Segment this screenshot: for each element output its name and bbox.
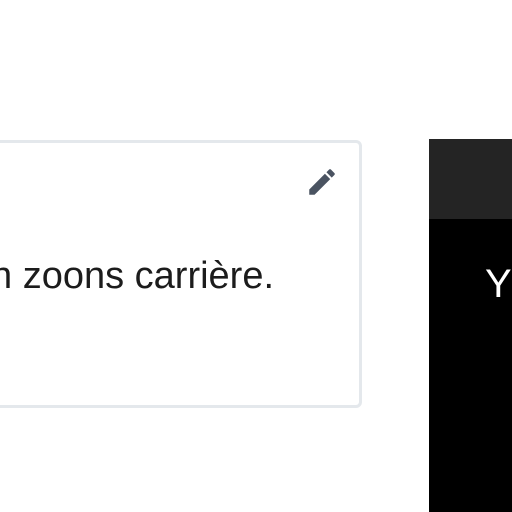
media-panel[interactable]: Yɔ [429,139,512,512]
text-card: n zoons carrière. [0,140,362,408]
pencil-icon [309,169,335,195]
panel-header [429,139,512,219]
panel-text: Yɔ [485,262,512,306]
card-text: n zoons carrière. [0,255,275,297]
edit-button[interactable] [305,165,339,199]
page: n zoons carrière. Yɔ [0,0,512,512]
